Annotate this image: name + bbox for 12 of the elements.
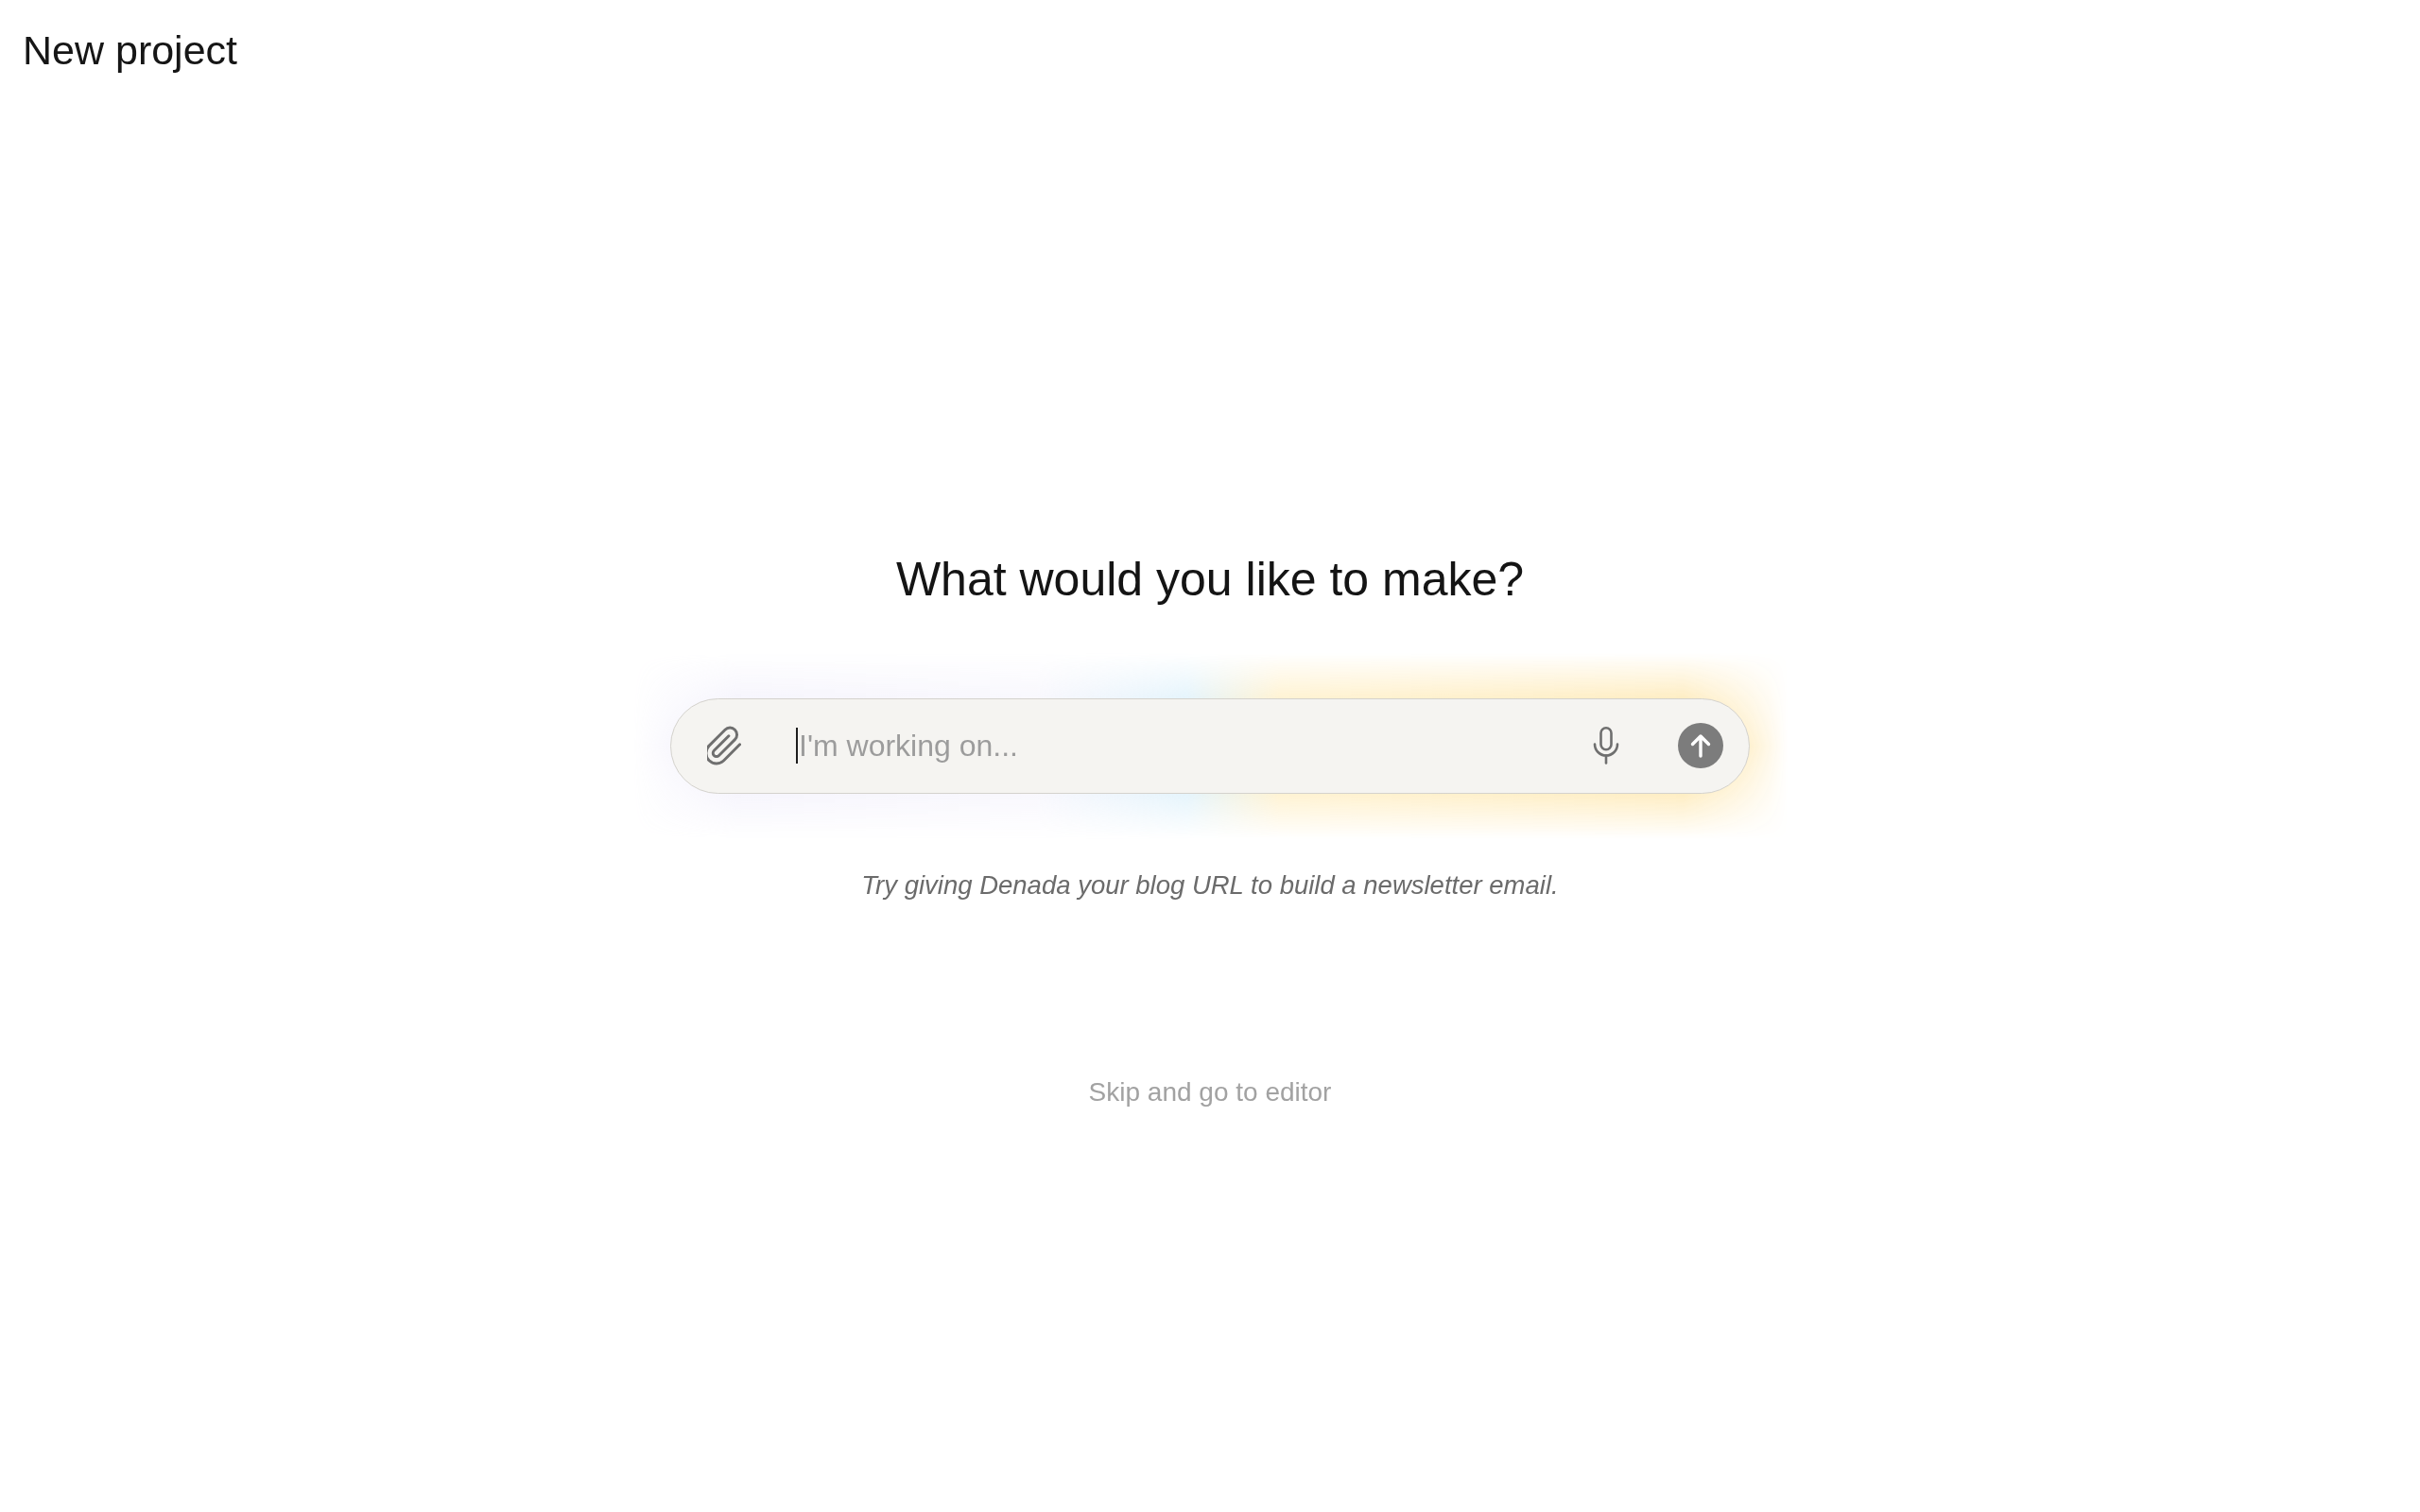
paperclip-icon [707, 725, 741, 767]
hint-text: Try giving Denada your blog URL to build a newsletter email. [861, 868, 1559, 901]
skip-link[interactable]: Skip and go to editor [1088, 1075, 1332, 1108]
prompt-field[interactable]: I'm working on... [670, 697, 1750, 794]
prompt-heading: What would you like to make? [895, 551, 1525, 608]
attach-button[interactable] [707, 725, 741, 767]
microphone-button[interactable] [1592, 727, 1620, 765]
microphone-icon [1592, 727, 1620, 765]
arrow-up-icon [1678, 723, 1723, 769]
send-button[interactable] [1678, 723, 1723, 769]
page-title: New project [23, 26, 238, 75]
text-input[interactable]: I'm working on... [799, 728, 1569, 764]
